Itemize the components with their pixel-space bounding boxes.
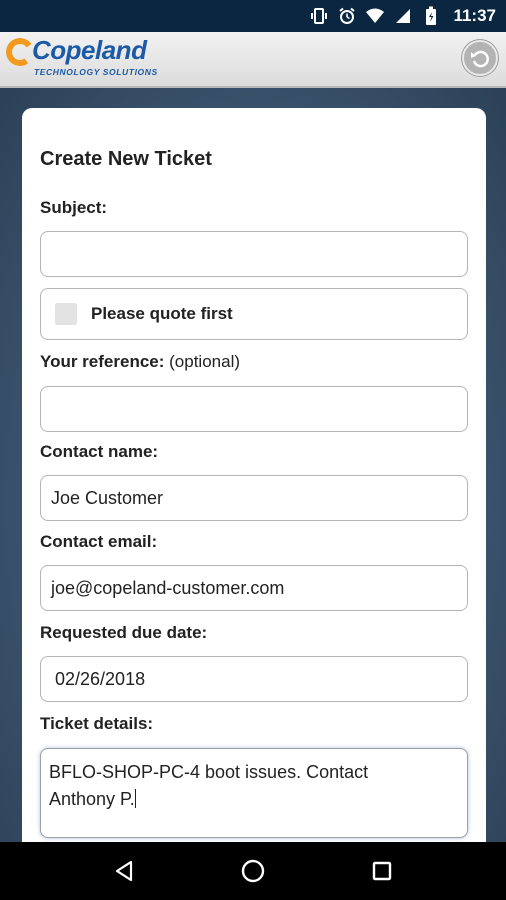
- signal-icon: [393, 6, 413, 26]
- ticket-details-line-2-text: Anthony P.: [49, 789, 135, 809]
- ticket-details-textarea[interactable]: BFLO-SHOP-PC-4 boot issues. Contact Anth…: [40, 748, 468, 838]
- reference-input[interactable]: [40, 386, 468, 432]
- quote-first-row[interactable]: Please quote first: [40, 288, 468, 340]
- page-title: Create New Ticket: [40, 148, 212, 170]
- logo-name: Copeland: [32, 35, 147, 65]
- contact-email-input[interactable]: joe@copeland-customer.com: [40, 565, 468, 611]
- ticket-details-line-2: Anthony P.: [49, 786, 459, 813]
- ticket-details-line-1: BFLO-SHOP-PC-4 boot issues. Contact: [49, 762, 369, 782]
- system-nav-bar: [0, 842, 506, 900]
- nav-recents-button[interactable]: [364, 853, 400, 889]
- recents-square-icon: [372, 861, 391, 881]
- back-triangle-icon: [116, 860, 133, 882]
- home-circle-icon: [241, 859, 265, 883]
- ticket-form-card: Create New Ticket Subject: Please quote …: [22, 108, 486, 868]
- back-button[interactable]: [462, 40, 498, 76]
- subject-input[interactable]: [40, 231, 468, 277]
- copeland-logo: Copeland TECHNOLOGY SOLUTIONS: [3, 35, 176, 82]
- due-date-label: Requested due date:: [40, 623, 208, 642]
- reference-label-text: Your reference:: [40, 352, 165, 371]
- ticket-details-label: Ticket details:: [40, 714, 154, 733]
- logo-subtitle: TECHNOLOGY SOLUTIONS: [34, 67, 158, 77]
- due-date-input[interactable]: 02/26/2018: [40, 656, 468, 702]
- status-time: 11:37: [453, 6, 496, 25]
- quote-first-label: Please quote first: [91, 304, 233, 323]
- reference-label: Your reference: (optional): [40, 352, 240, 372]
- nav-home-button[interactable]: [235, 853, 271, 889]
- vibrate-icon: [309, 6, 329, 26]
- back-circle-icon: [471, 50, 489, 68]
- wifi-icon: [365, 6, 385, 26]
- nav-back-button[interactable]: [106, 853, 142, 889]
- subject-label: Subject:: [40, 198, 108, 217]
- status-bar: 11:37: [0, 0, 506, 32]
- contact-name-input[interactable]: Joe Customer: [40, 475, 468, 521]
- alarm-icon: [337, 6, 357, 26]
- text-caret: [134, 789, 136, 808]
- app-header: Copeland TECHNOLOGY SOLUTIONS: [0, 32, 506, 88]
- contact-name-label: Contact name:: [40, 442, 159, 461]
- contact-email-label: Contact email:: [40, 532, 158, 551]
- reference-optional-note: (optional): [169, 352, 241, 371]
- quote-first-checkbox[interactable]: [55, 303, 77, 325]
- battery-icon: [421, 6, 441, 26]
